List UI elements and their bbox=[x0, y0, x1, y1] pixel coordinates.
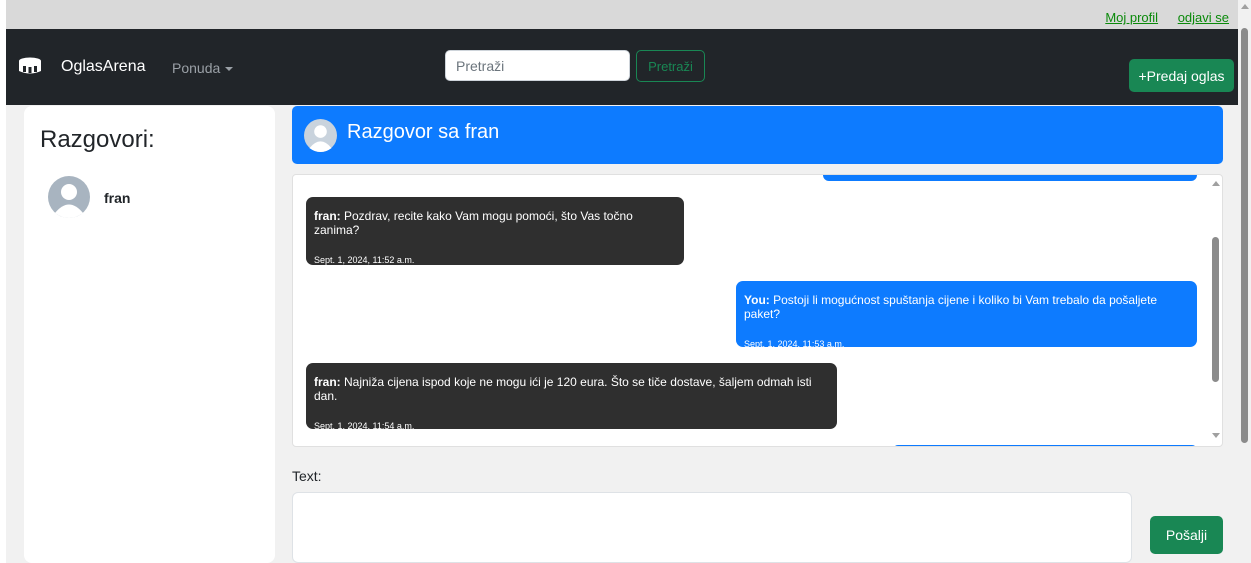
message-text: Postoji li mogućnost spuštanja cijene i … bbox=[744, 293, 1158, 321]
message-timestamp: Sept. 1, 2024, 11:52 a.m. bbox=[314, 255, 415, 265]
offer-dropdown-label: Ponuda bbox=[172, 60, 221, 76]
message-sender: fran: bbox=[314, 375, 341, 389]
conversations-sidebar: Razgovori: fran bbox=[24, 106, 275, 563]
message-bubble-sent: You: Postoji li mogućnost spuštanja cije… bbox=[736, 281, 1197, 349]
chat-header: Razgovor sa fran bbox=[292, 106, 1223, 164]
post-ad-button[interactable]: +Predaj oglas bbox=[1129, 59, 1234, 92]
message-input-label: Text: bbox=[292, 468, 322, 484]
message-sender: You: bbox=[744, 293, 770, 307]
conversation-item[interactable]: fran bbox=[48, 176, 248, 218]
page-scrollbar[interactable] bbox=[1238, 0, 1251, 563]
avatar-icon bbox=[304, 119, 337, 152]
message-text: Pozdrav, recite kako Vam mogu pomoći, št… bbox=[314, 209, 633, 237]
scroll-down-arrow-icon[interactable] bbox=[1212, 433, 1220, 438]
message-list[interactable]: fran: Pozdrav, recite kako Vam mogu pomo… bbox=[292, 174, 1223, 447]
my-profile-link[interactable]: Moj profil bbox=[1105, 10, 1158, 25]
search-button[interactable]: Pretraži bbox=[636, 50, 705, 82]
caret-down-icon bbox=[225, 67, 234, 72]
scroll-up-arrow-icon[interactable] bbox=[1241, 4, 1249, 9]
message-bubble-received: fran: Najniža cijena ispod koje ne mogu … bbox=[306, 363, 837, 431]
message-timestamp: Sept. 1, 2024, 11:53 a.m. bbox=[744, 339, 845, 349]
avatar-icon bbox=[48, 176, 90, 218]
conversation-name: fran bbox=[104, 190, 131, 206]
top-bar: Moj profil odjavi se bbox=[0, 0, 1251, 29]
stadium-logo-icon[interactable] bbox=[18, 57, 42, 75]
page-scrollbar-thumb[interactable] bbox=[1241, 28, 1248, 443]
navbar: OglasArena Ponuda Pretraži +Predaj oglas bbox=[6, 29, 1238, 105]
scroll-up-arrow-icon[interactable] bbox=[1212, 181, 1220, 186]
message-timestamp: Sept. 1, 2024, 11:54 a.m. bbox=[314, 421, 415, 431]
send-button[interactable]: Pošalji bbox=[1150, 516, 1223, 554]
message-bubble-partial bbox=[893, 445, 1197, 446]
sidebar-title: Razgovori: bbox=[40, 126, 155, 153]
logout-link[interactable]: odjavi se bbox=[1178, 10, 1229, 25]
offer-dropdown[interactable]: Ponuda bbox=[172, 60, 234, 76]
message-sender: fran: bbox=[314, 209, 341, 223]
message-bubble-received: fran: Pozdrav, recite kako Vam mogu pomo… bbox=[306, 197, 684, 265]
message-textarea[interactable] bbox=[292, 492, 1132, 563]
chat-scrollbar[interactable] bbox=[1208, 175, 1222, 446]
message-text: Najniža cijena ispod koje ne mogu ići je… bbox=[314, 375, 812, 403]
brand-name[interactable]: OglasArena bbox=[61, 58, 146, 76]
search-input[interactable] bbox=[445, 50, 630, 81]
message-bubble-partial bbox=[823, 175, 1197, 181]
chat-title: Razgovor sa fran bbox=[347, 121, 500, 143]
scrollbar-thumb[interactable] bbox=[1212, 237, 1219, 382]
top-links: Moj profil odjavi se bbox=[1089, 10, 1229, 25]
